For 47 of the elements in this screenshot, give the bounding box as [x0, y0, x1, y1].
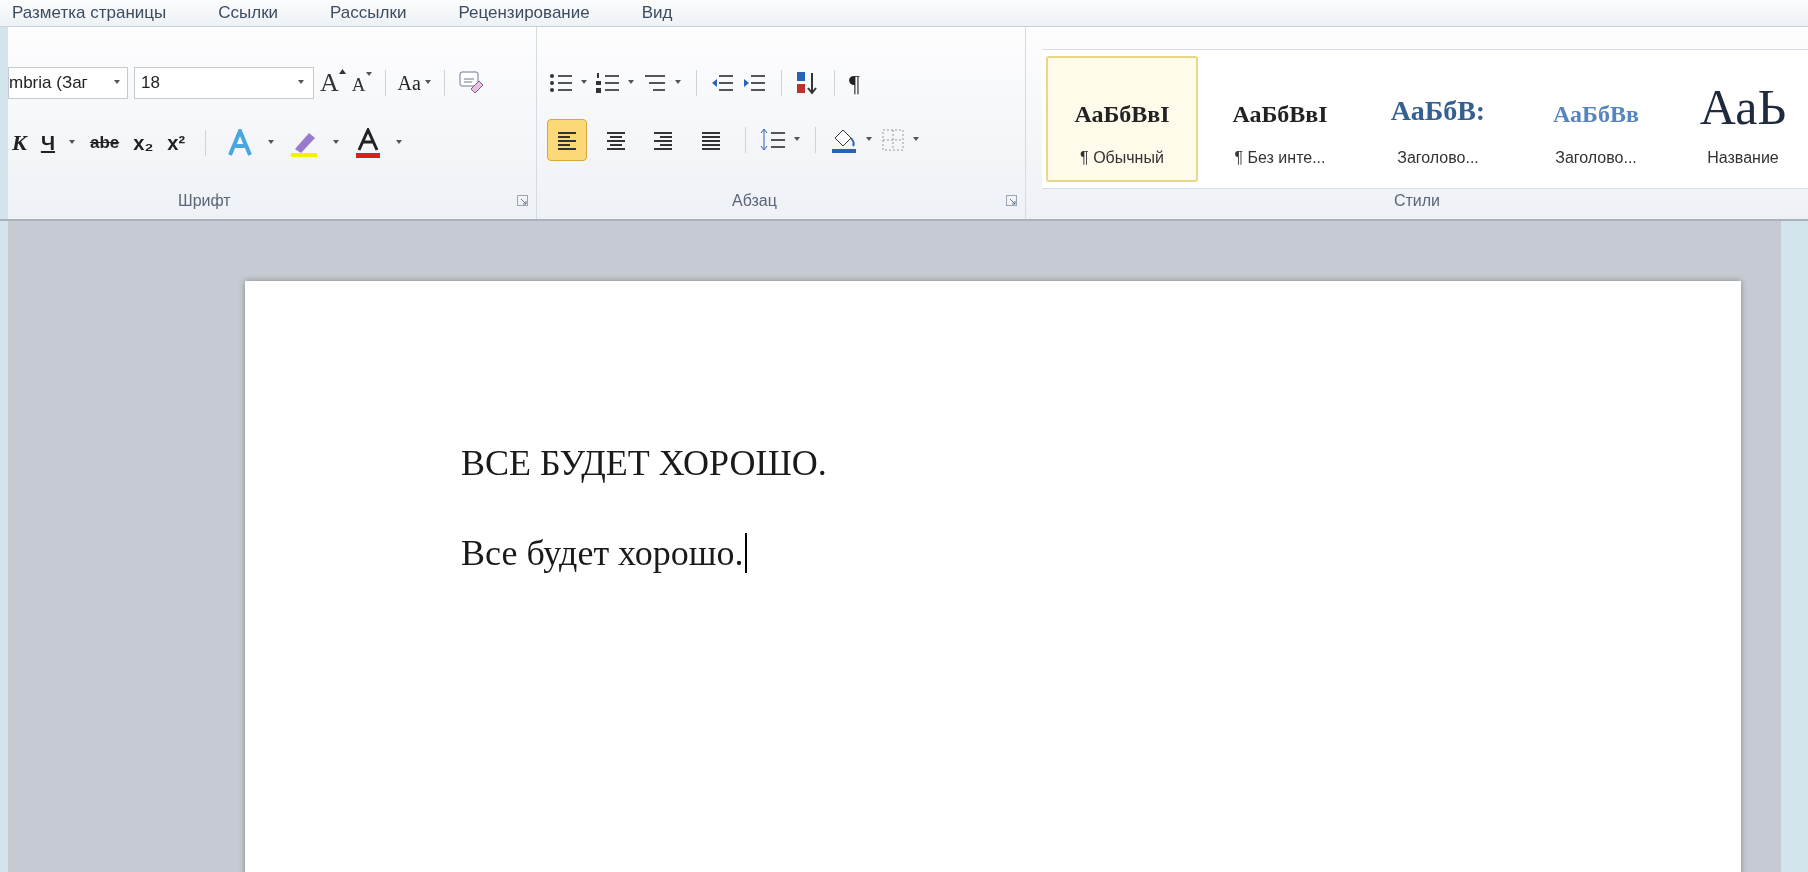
dropdown-caret-icon[interactable] [627, 80, 635, 85]
underline-button[interactable]: Ч [40, 127, 55, 158]
style-gallery-item[interactable]: АаБбВв Заголово... [1520, 55, 1672, 182]
font-size-field[interactable]: 18 [134, 66, 314, 99]
change-case-button[interactable]: Aa [397, 67, 432, 98]
ribbon-tab[interactable]: Разметка страницы [12, 0, 167, 26]
dropdown-caret-icon[interactable] [68, 140, 76, 145]
dropdown-caret-icon[interactable] [396, 140, 404, 145]
group-label: Шрифт [178, 190, 231, 211]
dropdown-caret-icon[interactable] [424, 80, 432, 85]
ribbon-tab[interactable]: Ссылки [218, 0, 279, 26]
strike-button[interactable]: abe [89, 129, 120, 156]
style-gallery-item[interactable]: АаБбВ: Заголово... [1362, 55, 1514, 182]
dropdown-caret-icon[interactable] [298, 80, 305, 85]
dropdown-caret-icon[interactable] [793, 137, 801, 142]
font-name-field[interactable]: mbria (Заг [8, 66, 128, 99]
grow-font-button[interactable]: A [320, 68, 346, 97]
dialog-launcher-icon[interactable] [1006, 195, 1017, 206]
sub-button[interactable]: x₂ [133, 127, 154, 158]
ribbon-tab[interactable]: Вид [641, 0, 673, 26]
ribbon-tab[interactable]: Рассылки [330, 0, 407, 26]
sort-icon[interactable] [795, 69, 820, 96]
shrink-font-button[interactable]: A [351, 67, 373, 98]
style-gallery-item[interactable]: АаБбВвI ¶ Обычный [1046, 55, 1198, 182]
sup-button[interactable]: x² [167, 127, 186, 158]
dialog-launcher-icon[interactable] [516, 195, 528, 206]
dropdown-caret-icon[interactable] [333, 140, 341, 145]
group-label: Абзац [731, 190, 777, 211]
caret-down-icon[interactable] [365, 71, 373, 77]
dropdown-caret-icon[interactable] [674, 80, 682, 85]
dropdown-caret-icon[interactable] [114, 80, 121, 85]
dropdown-caret-icon[interactable] [580, 80, 588, 85]
document-text-line: ВСЕ БУДЕТ ХОРОШО. [461, 441, 827, 485]
line-spacing-icon[interactable] [759, 126, 786, 153]
font-color-icon[interactable] [354, 127, 383, 158]
italic-button[interactable]: К [12, 126, 27, 159]
style-gallery-item[interactable]: АаЬ Название [1678, 55, 1808, 182]
show-formatting-button[interactable]: ¶ [848, 64, 860, 101]
dropdown-caret-icon[interactable] [268, 140, 276, 145]
ribbon-tab[interactable]: Рецензирование [458, 0, 590, 26]
dropdown-caret-icon[interactable] [912, 137, 920, 142]
document-text-line: Все будет хорошо. [461, 531, 744, 575]
group-label: Стили [1393, 190, 1441, 211]
dropdown-caret-icon[interactable] [865, 137, 873, 142]
style-gallery-item[interactable]: АаБбВвI ¶ Без инте... [1204, 55, 1356, 182]
align-left-button[interactable] [546, 118, 587, 161]
caret-up-icon[interactable] [338, 68, 346, 74]
